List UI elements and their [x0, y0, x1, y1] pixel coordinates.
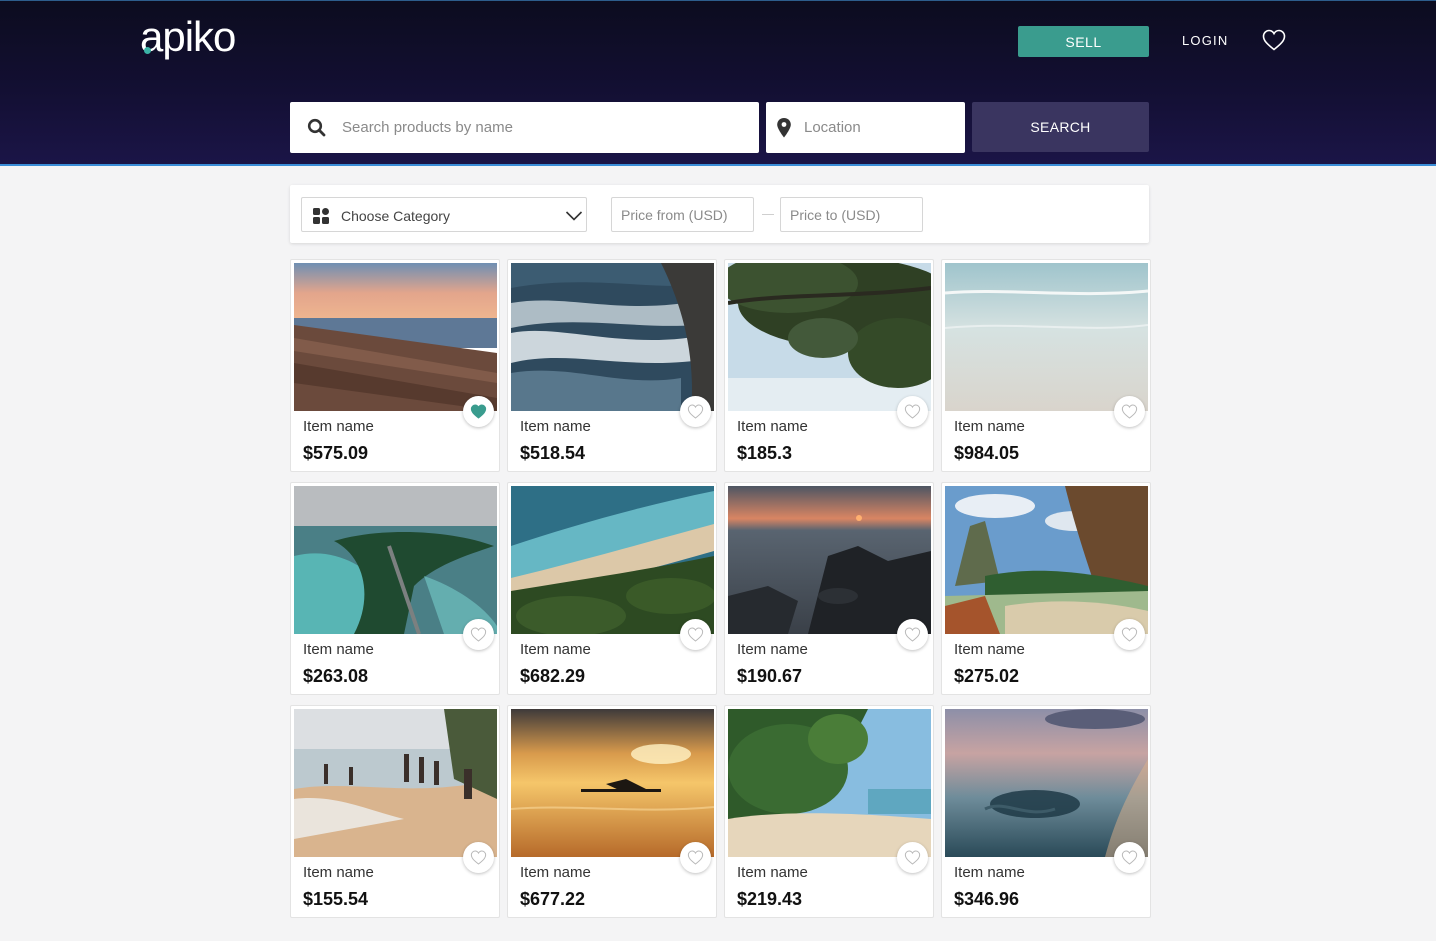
product-image-ocean-waves	[511, 263, 714, 411]
product-name: Item name	[520, 418, 591, 435]
product-image-palm-beach	[728, 709, 931, 857]
search-button[interactable]: SEARCH	[972, 102, 1149, 152]
product-name: Item name	[520, 864, 591, 881]
product-card[interactable]: Item name $190.67	[724, 482, 934, 695]
product-name: Item name	[520, 641, 591, 658]
favorite-heart-icon[interactable]	[463, 619, 494, 650]
location-pin-icon	[776, 117, 792, 139]
top-header: apiko SELL LOGIN SEARCH	[0, 0, 1436, 166]
product-image-golden-surfer	[511, 709, 714, 857]
product-price: $346.96	[954, 889, 1020, 909]
product-name: Item name	[954, 418, 1025, 435]
product-price: $518.54	[520, 443, 586, 463]
favorite-heart-icon[interactable]	[1114, 842, 1145, 873]
product-price: $984.05	[954, 443, 1020, 463]
product-price: $263.08	[303, 666, 369, 686]
product-card[interactable]: Item name $984.05	[941, 259, 1151, 472]
favorite-heart-icon[interactable]	[897, 619, 928, 650]
product-image-aerial-reef-dusk	[945, 709, 1148, 857]
favorite-heart-icon[interactable]	[463, 396, 494, 427]
filter-bar: Choose Category	[290, 185, 1149, 243]
product-price: $275.02	[954, 666, 1020, 686]
category-grid-icon	[313, 208, 329, 224]
price-from-input[interactable]	[611, 197, 754, 232]
product-price: $155.54	[303, 889, 369, 909]
product-image-tropical-cliffs	[945, 486, 1148, 634]
product-card[interactable]: Item name $575.09	[290, 259, 500, 472]
product-price: $575.09	[303, 443, 369, 463]
chevron-down-icon	[565, 209, 583, 221]
favorite-heart-icon[interactable]	[680, 842, 711, 873]
category-select[interactable]: Choose Category	[301, 197, 587, 232]
product-card[interactable]: Item name $263.08	[290, 482, 500, 695]
favorites-heart-icon[interactable]	[1262, 29, 1286, 51]
favorite-heart-icon[interactable]	[1114, 396, 1145, 427]
product-price: $185.3	[737, 443, 793, 463]
price-range-divider	[762, 214, 774, 215]
product-card[interactable]: Item name $185.3	[724, 259, 934, 472]
product-name: Item name	[737, 641, 808, 658]
product-card[interactable]: Item name $155.54	[290, 705, 500, 918]
product-price: $682.29	[520, 666, 586, 686]
product-card[interactable]: Item name $219.43	[724, 705, 934, 918]
product-card[interactable]: Item name $346.96	[941, 705, 1151, 918]
product-card[interactable]: Item name $682.29	[507, 482, 717, 695]
search-input[interactable]	[342, 102, 742, 153]
logo-dot	[144, 47, 151, 54]
product-price: $677.22	[520, 889, 586, 909]
product-image-calm-shore	[945, 263, 1148, 411]
category-select-label: Choose Category	[341, 208, 450, 224]
product-price: $190.67	[737, 666, 803, 686]
favorite-heart-icon[interactable]	[897, 396, 928, 427]
location-field-wrapper	[766, 102, 965, 153]
price-to-input[interactable]	[780, 197, 923, 232]
product-name: Item name	[954, 641, 1025, 658]
product-name: Item name	[737, 864, 808, 881]
product-image-rocky-sunset	[728, 486, 931, 634]
product-name: Item name	[737, 418, 808, 435]
product-name: Item name	[303, 418, 374, 435]
product-image-fishermen-beach	[294, 709, 497, 857]
search-icon	[307, 118, 327, 138]
product-image-aerial-beach-jungle	[511, 486, 714, 634]
favorite-heart-icon[interactable]	[680, 619, 711, 650]
favorite-heart-icon[interactable]	[680, 396, 711, 427]
login-link[interactable]: LOGIN	[1182, 33, 1228, 48]
product-card[interactable]: Item name $677.22	[507, 705, 717, 918]
product-card[interactable]: Item name $518.54	[507, 259, 717, 472]
product-image-sunset-beach	[294, 263, 497, 411]
product-card[interactable]: Item name $275.02	[941, 482, 1151, 695]
product-grid: Item name $575.09 Item name $518.54 Item…	[290, 259, 1151, 918]
product-name: Item name	[303, 641, 374, 658]
favorite-heart-icon[interactable]	[897, 842, 928, 873]
apiko-logo[interactable]: apiko	[140, 13, 236, 61]
location-input[interactable]	[804, 102, 954, 153]
product-image-aerial-island-road	[294, 486, 497, 634]
search-field-wrapper	[290, 102, 759, 153]
favorite-heart-icon[interactable]	[1114, 619, 1145, 650]
favorite-heart-icon[interactable]	[463, 842, 494, 873]
product-name: Item name	[954, 864, 1025, 881]
sell-button[interactable]: SELL	[1018, 26, 1149, 57]
product-price: $219.43	[737, 889, 803, 909]
product-image-tree-canopy	[728, 263, 931, 411]
product-name: Item name	[303, 864, 374, 881]
